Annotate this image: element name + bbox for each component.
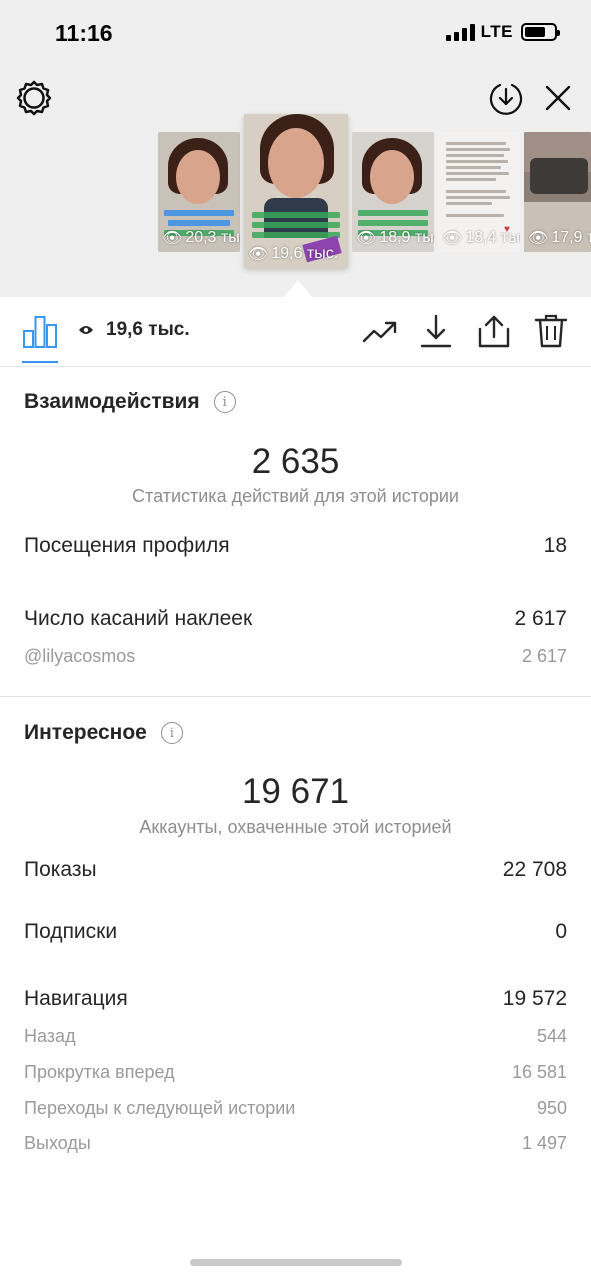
exits-row: Выходы 1 497 <box>24 1133 567 1154</box>
eye-icon: 👁 <box>442 230 463 247</box>
eye-icon: 👁 <box>356 230 377 247</box>
views-count: 19,6 тыс. <box>106 319 190 340</box>
download-button[interactable] <box>418 313 454 349</box>
sticker-taps-row: Число касаний наклеек 2 617 <box>24 607 567 631</box>
home-indicator[interactable] <box>190 1259 402 1266</box>
selected-pointer <box>284 280 312 297</box>
metric-value: 19 572 <box>502 987 567 1010</box>
metric-value: 16 581 <box>511 1062 567 1082</box>
metric-label: @lilyacosmos <box>24 646 136 666</box>
metric-label: Посещения профиля <box>24 534 230 557</box>
eye-icon: 👁 <box>528 230 549 247</box>
share-button[interactable] <box>476 313 512 349</box>
metric-label: Навигация <box>24 987 128 1010</box>
story-thumbnail[interactable]: 👁17,9 тыс. <box>524 132 591 252</box>
battery-icon <box>521 23 560 41</box>
eye-icon <box>79 326 93 334</box>
share-icon <box>478 315 510 348</box>
impressions-row: Показы 22 708 <box>24 858 567 882</box>
story-thumbnail[interactable]: ♥ 👁18,4 тыс. <box>438 132 520 252</box>
metric-value: 2 617 <box>521 646 567 666</box>
mention-row: @lilyacosmos 2 617 <box>24 646 567 667</box>
info-icon[interactable]: i <box>213 391 236 413</box>
metric-value: 18 <box>543 534 567 557</box>
download-icon <box>420 314 452 348</box>
next-story-row: Переходы к следующей истории 950 <box>24 1098 567 1119</box>
interactions-caption: Статистика действий для этой истории <box>132 486 459 506</box>
story-thumbnail[interactable]: 👁20,3 тыс. <box>158 132 240 252</box>
tab-statistics[interactable] <box>22 313 58 349</box>
thumbnail-views: 👁17,9 тыс. <box>528 229 591 247</box>
discovery-title: Интересное i <box>24 721 183 745</box>
thumbnail-views: 👁 19,6 тыс. <box>248 245 339 263</box>
metric-label: Показы <box>24 858 97 881</box>
metric-label: Подписки <box>24 920 118 943</box>
metric-label: Назад <box>24 1026 76 1046</box>
thumbnail-views: 👁20,3 тыс. <box>162 229 240 247</box>
metric-value: 0 <box>555 920 567 943</box>
story-thumbnail[interactable]: 👁18,9 тыс. <box>352 132 434 252</box>
thumbnail-views: 👁18,4 тыс. <box>442 229 520 247</box>
interactions-title: Взаимодействия i <box>24 390 236 414</box>
metric-value: 950 <box>536 1098 567 1118</box>
metric-label: Прокрутка вперед <box>24 1062 175 1082</box>
forward-row: Прокрутка вперед 16 581 <box>24 1062 567 1083</box>
metric-value: 1 497 <box>521 1133 567 1153</box>
network-label: LTE <box>480 22 513 41</box>
story-preview-area: 11:16 LTE 👁20,3 тыс <box>0 0 591 297</box>
insights-toolbar: 19,6 тыс. <box>0 297 591 367</box>
views-summary: 19,6 тыс. <box>78 319 190 341</box>
profile-visits-row: Посещения профиля 18 <box>24 534 567 558</box>
back-row: Назад 544 <box>24 1026 567 1047</box>
interactions-total: 2 635 <box>251 442 340 481</box>
metric-value: 544 <box>536 1026 567 1046</box>
section-divider <box>0 696 591 697</box>
metric-value: 2 617 <box>514 607 567 630</box>
metric-value: 22 708 <box>502 858 567 881</box>
trash-icon <box>534 314 568 348</box>
follows-row: Подписки 0 <box>24 920 567 944</box>
status-indicators: LTE <box>445 22 560 42</box>
status-time: 11:16 <box>55 20 113 46</box>
discovery-caption: Аккаунты, охваченные этой историей <box>139 817 452 837</box>
info-icon[interactable]: i <box>160 722 183 744</box>
eye-icon: 👁 <box>248 246 269 263</box>
discovery-total: 19 671 <box>241 772 350 811</box>
bar-chart-icon <box>23 316 57 348</box>
metric-label: Переходы к следующей истории <box>24 1098 296 1118</box>
promote-button[interactable] <box>362 313 398 349</box>
thumbnail-views: 👁18,9 тыс. <box>356 229 434 247</box>
metric-label: Число касаний наклеек <box>24 607 253 630</box>
metric-label: Выходы <box>24 1133 91 1153</box>
story-thumbnails: 👁20,3 тыс. 👁19,6 тыс. 👁18,9 тыс. <box>0 110 591 280</box>
story-thumbnail-selected[interactable]: 👁 19,6 тыс. <box>244 114 348 268</box>
active-tab-indicator <box>22 361 58 363</box>
eye-icon: 👁 <box>162 230 183 247</box>
navigation-row: Навигация 19 572 <box>24 987 567 1011</box>
signal-icon <box>445 23 475 41</box>
trending-up-icon <box>362 321 397 343</box>
delete-button[interactable] <box>533 313 569 349</box>
close-icon <box>545 85 571 111</box>
